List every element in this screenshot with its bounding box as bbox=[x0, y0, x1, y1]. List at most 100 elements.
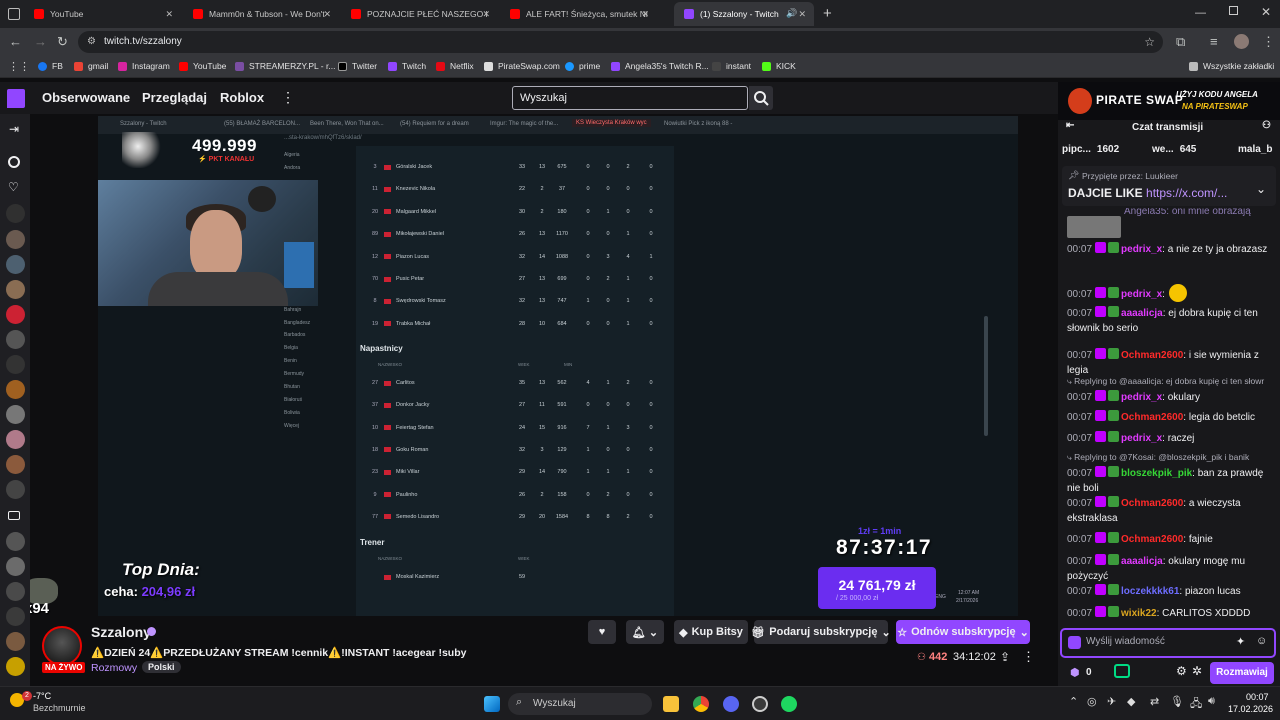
channel-avatar[interactable] bbox=[6, 632, 25, 651]
close-window-icon[interactable]: ✕ bbox=[1261, 5, 1271, 19]
close-icon[interactable]: ✕ bbox=[482, 9, 490, 20]
message-username[interactable]: loczekkkk61 bbox=[1121, 586, 1179, 597]
video-icon[interactable] bbox=[8, 511, 20, 520]
channel-avatar[interactable] bbox=[6, 582, 25, 601]
channel-avatar[interactable] bbox=[6, 657, 25, 676]
bookmark-item[interactable]: STREAMERZY.PL - r... bbox=[235, 61, 335, 71]
volume-icon[interactable]: 🔊︎ bbox=[1208, 695, 1215, 708]
leader-entry[interactable]: mala_b bbox=[1238, 144, 1272, 155]
emote-picker-icon[interactable]: ☺ bbox=[1256, 635, 1267, 647]
address-bar[interactable]: ⚙ twitch.tv/szzalony ☆ bbox=[78, 31, 1163, 53]
speaker-icon[interactable]: 🔊 bbox=[786, 8, 797, 19]
channel-name[interactable]: Szzalony bbox=[91, 624, 151, 640]
resub-button[interactable]: ☆ Odnów subskrypcję ⌄ bbox=[896, 620, 1030, 644]
collapse-chat-icon[interactable]: ⇤ bbox=[1066, 120, 1074, 131]
channel-avatar[interactable] bbox=[6, 430, 25, 449]
channel-avatar[interactable] bbox=[6, 455, 25, 474]
send-chat-button[interactable]: Rozmawiaj bbox=[1210, 662, 1274, 684]
bookmark-item[interactable]: Twitter bbox=[338, 61, 377, 71]
channel-avatar[interactable] bbox=[6, 230, 25, 249]
leader-entry[interactable]: pipc... 1602 bbox=[1062, 144, 1119, 155]
tray-chevron-icon[interactable]: ⌃ bbox=[1069, 695, 1078, 708]
chat-message[interactable]: 00:07 pedrix_x: bbox=[1067, 284, 1275, 302]
bits-icon[interactable]: ✦ bbox=[1236, 635, 1245, 648]
message-username[interactable]: bloszekpik_pik bbox=[1121, 468, 1192, 479]
discord-icon[interactable] bbox=[723, 696, 739, 712]
video-player[interactable]: Szzalony - Twitch (55) BŁAMAŻ BARCELON..… bbox=[30, 114, 1058, 618]
tray-icon[interactable]: ✈ bbox=[1107, 695, 1116, 708]
extensions-icon[interactable]: ⧉ bbox=[1176, 34, 1185, 50]
channel-avatar[interactable] bbox=[6, 607, 25, 626]
twitch-logo-icon[interactable] bbox=[7, 89, 25, 108]
message-username[interactable]: pedrix_x bbox=[1121, 433, 1162, 444]
chat-message[interactable]: 00:07 Ochman2600: legia do betclic bbox=[1067, 410, 1275, 425]
settings-icon[interactable]: ⚙ bbox=[1176, 664, 1187, 678]
close-icon[interactable]: ✕ bbox=[798, 9, 806, 20]
gift-sub-button[interactable]: 🎁︎ Podaruj subskrypcję ⌄ bbox=[751, 620, 891, 644]
pinned-message[interactable]: 📌︎ Przypięte przez: Luukieer DAJCIE LIKE… bbox=[1062, 166, 1276, 206]
message-username[interactable]: aaaalicja bbox=[1121, 556, 1163, 567]
channel-avatar[interactable] bbox=[6, 255, 25, 274]
chat-message[interactable]: 00:07 pedrix_x: raczej bbox=[1067, 431, 1275, 446]
message-username[interactable]: wixik22 bbox=[1121, 608, 1157, 619]
app-icon[interactable] bbox=[752, 696, 768, 712]
message-username[interactable]: pedrix_x bbox=[1121, 392, 1162, 403]
menu-icon[interactable]: ⋮ bbox=[1262, 34, 1275, 50]
tray-icon[interactable]: ◆ bbox=[1127, 695, 1135, 708]
users-icon[interactable]: ⚇ bbox=[1262, 120, 1271, 131]
new-tab-button[interactable]: + bbox=[823, 5, 832, 22]
browser-tab[interactable]: POZNAJCIE PŁEĆ NASZEGO DZ ✕ bbox=[341, 2, 498, 26]
share-icon[interactable]: ⇪ bbox=[1000, 650, 1010, 664]
network-icon[interactable]: 🖧︎ bbox=[1190, 695, 1202, 714]
more-options-icon[interactable]: ⋮ bbox=[1022, 649, 1035, 665]
channel-avatar[interactable] bbox=[6, 330, 25, 349]
channel-avatar[interactable] bbox=[42, 626, 82, 666]
chat-message[interactable]: 00:07 Ochman2600: a wieczysta ekstraklasa bbox=[1067, 496, 1275, 526]
site-info-icon[interactable]: ⚙ bbox=[87, 31, 96, 53]
chrome-icon[interactable] bbox=[693, 696, 709, 712]
browser-tab[interactable]: YouTube ✕ bbox=[24, 2, 181, 26]
pirateswap-banner[interactable]: PIRATE SWAP UŻYJ KODU ANGELA NA PIRATESW… bbox=[1058, 82, 1280, 120]
channel-avatar[interactable] bbox=[6, 405, 25, 424]
leader-entry[interactable]: we... 645 bbox=[1152, 144, 1196, 155]
channel-avatar[interactable] bbox=[6, 355, 25, 374]
bookmark-item[interactable]: YouTube bbox=[179, 61, 226, 71]
message-username[interactable]: aaaalicja bbox=[1121, 308, 1163, 319]
forward-icon[interactable]: → bbox=[34, 34, 47, 49]
apps-icon[interactable]: ⋮⋮ bbox=[8, 60, 30, 73]
browser-tab[interactable]: Mamm0n & Tubson - We Don't ✕ bbox=[183, 2, 339, 26]
spotify-icon[interactable] bbox=[781, 696, 797, 712]
chat-message[interactable]: 00:07 aaaalicja: ej dobra kupię ci ten sł… bbox=[1067, 306, 1275, 336]
bookmark-item[interactable]: instant bbox=[712, 61, 751, 71]
bookmark-item[interactable]: gmail bbox=[74, 61, 108, 71]
bookmark-item[interactable]: PirateSwap.com bbox=[484, 61, 560, 71]
channel-avatar[interactable] bbox=[6, 280, 25, 299]
recommended-icon[interactable] bbox=[8, 156, 20, 168]
taskbar-search[interactable]: ⌕ Wyszukaj bbox=[508, 693, 652, 715]
message-username[interactable]: pedrix_x bbox=[1121, 289, 1162, 300]
bookmark-item[interactable]: Instagram bbox=[118, 61, 170, 71]
heart-icon[interactable]: ♡ bbox=[8, 180, 19, 194]
channel-avatar[interactable] bbox=[6, 480, 25, 499]
chat-message[interactable]: 00:07 Ochman2600: i sie wymienia z legia bbox=[1067, 348, 1275, 378]
chat-input[interactable]: Wyślij wiadomość ✦ ☺ bbox=[1060, 628, 1276, 658]
search-input[interactable]: Wyszukaj bbox=[512, 86, 748, 110]
windows-start-icon[interactable] bbox=[484, 696, 500, 712]
tag-language[interactable]: Polski bbox=[142, 661, 181, 673]
browser-tab-active[interactable]: (1) Szzalony - Twitch 🔊 ✕ bbox=[674, 2, 814, 26]
search-button[interactable] bbox=[749, 86, 773, 110]
chat-message[interactable]: 00:07 loczekkkk61: piazon lucas bbox=[1067, 584, 1275, 599]
bookmark-item[interactable]: Angela35's Twitch R... bbox=[611, 61, 709, 71]
chat-message[interactable]: 00:07 bloszekpik_pik: ban za prawdę nie b… bbox=[1067, 466, 1275, 496]
chevron-down-icon[interactable]: ⌄ bbox=[1256, 182, 1266, 196]
notifications-button[interactable]: 🔔︎ ⌄ bbox=[626, 620, 664, 644]
bookmark-item[interactable]: FB bbox=[38, 61, 63, 71]
nav-roblox[interactable]: Roblox bbox=[220, 90, 264, 105]
settings2-icon[interactable]: ✲ bbox=[1192, 664, 1202, 678]
chat-message[interactable]: 00:07 pedrix_x: a nie ze ty ja obrazasz bbox=[1067, 242, 1275, 257]
channel-points-icon[interactable]: ⬢ bbox=[1070, 666, 1080, 679]
microphone-icon[interactable]: 🎙︎ bbox=[1170, 695, 1184, 708]
all-bookmarks[interactable]: Wszystkie zakładki bbox=[1189, 61, 1274, 71]
message-username[interactable]: Ochman2600 bbox=[1121, 534, 1183, 545]
expand-rail-icon[interactable]: ⇥ bbox=[9, 122, 19, 136]
